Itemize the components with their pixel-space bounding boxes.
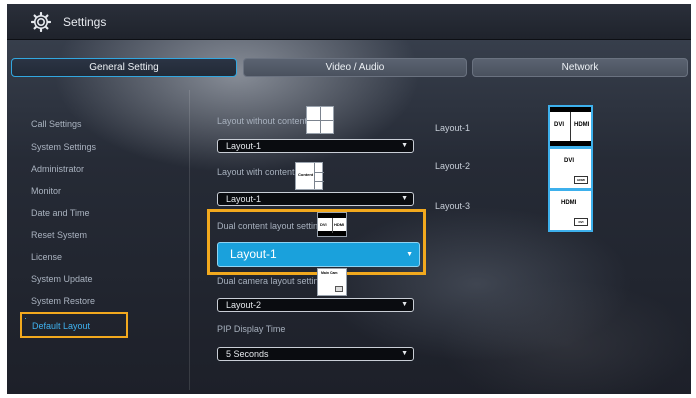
- preview-label: DVI: [564, 158, 575, 164]
- select-value: Layout-2: [226, 300, 262, 310]
- select-value: Layout-1: [226, 194, 262, 204]
- layout-1-preview: DVI HDMI: [548, 105, 593, 148]
- chevron-down-icon: ▼: [401, 195, 408, 202]
- layout-with-content-label: Layout with content: [217, 167, 295, 177]
- sidebar-item-default-layout[interactable]: Default Layout: [20, 312, 128, 338]
- sidebar-item-administrator[interactable]: Administrator: [31, 164, 84, 174]
- chevron-down-icon: ▼: [401, 301, 408, 308]
- layout-3-preview: HDMI DVI: [548, 189, 593, 232]
- thumbnail-label: HDMI: [334, 222, 345, 227]
- preview-label: HDMI: [574, 122, 590, 128]
- dual-camera-layout-label: Dual camera layout setting: [217, 276, 324, 286]
- sidebar-item-system-restore[interactable]: System Restore: [31, 296, 95, 306]
- title-bar: Settings: [7, 4, 691, 40]
- sidebar-item-system-update[interactable]: System Update: [31, 274, 93, 284]
- sidebar-item-monitor[interactable]: Monitor: [31, 186, 61, 196]
- layout-without-content-select[interactable]: Layout-1 ▼: [217, 139, 414, 153]
- layout-grid-thumbnail: [306, 106, 334, 134]
- preview-label: DVI: [554, 122, 565, 128]
- layout-with-content-thumbnail: Content: [295, 162, 324, 190]
- sidebar-item-date-and-time[interactable]: Date and Time: [31, 208, 90, 218]
- divider: [189, 90, 190, 390]
- sidebar-item-reset-system[interactable]: Reset System: [31, 230, 87, 240]
- pip-display-time-label: PIP Display Time: [217, 324, 286, 334]
- dual-camera-thumbnail: Main Cam: [317, 268, 347, 296]
- preview-pip-label: DVI: [574, 218, 588, 226]
- layout-with-content-select[interactable]: Layout-1 ▼: [217, 192, 414, 206]
- dual-camera-layout-select[interactable]: Layout-2 ▼: [217, 298, 414, 312]
- window-title: Settings: [63, 15, 107, 29]
- tab-network[interactable]: Network: [472, 58, 688, 77]
- layout-3-label: Layout-3: [435, 201, 471, 211]
- thumbnail-label: Content: [298, 172, 314, 177]
- sidebar-item-system-settings[interactable]: System Settings: [31, 142, 96, 152]
- preview-label: HDMI: [561, 200, 577, 206]
- select-value: 5 Seconds: [226, 349, 269, 359]
- gear-icon: [31, 12, 51, 32]
- layout-without-content-label: Layout without content: [217, 116, 308, 126]
- tab-general-setting[interactable]: General Setting: [11, 58, 237, 77]
- dual-content-layout-label: Dual content layout setting: [217, 221, 324, 231]
- sidebar-item-license[interactable]: License: [31, 252, 62, 262]
- thumbnail-label: DVI: [320, 222, 327, 227]
- select-value: Layout-1: [230, 247, 277, 261]
- layout-1-label: Layout-1: [435, 123, 471, 133]
- thumbnail-label: Main Cam: [321, 271, 338, 275]
- preview-pip-label: HDMI: [574, 176, 588, 184]
- select-value: Layout-1: [226, 141, 262, 151]
- layout-2-label: Layout-2: [435, 161, 471, 171]
- sidebar-item-label: Default Layout: [32, 321, 91, 331]
- tab-video-audio[interactable]: Video / Audio: [243, 58, 467, 77]
- sidebar: Call Settings System Settings Administra…: [7, 100, 187, 390]
- chevron-down-icon: ▼: [401, 350, 408, 357]
- sidebar-item-call-settings[interactable]: Call Settings: [31, 119, 82, 129]
- settings-window: Settings General Setting Video / Audio N…: [7, 4, 691, 394]
- dual-content-thumbnail: DVI HDMI: [317, 212, 347, 237]
- pip-display-time-select[interactable]: 5 Seconds ▼: [217, 347, 414, 361]
- chevron-down-icon: ▼: [401, 142, 408, 149]
- dual-content-layout-select[interactable]: Layout-1 ▼: [217, 242, 420, 267]
- chevron-down-icon: ▼: [406, 251, 413, 258]
- bullet-dot: ·: [24, 313, 27, 323]
- layout-2-preview: DVI HDMI: [548, 147, 593, 190]
